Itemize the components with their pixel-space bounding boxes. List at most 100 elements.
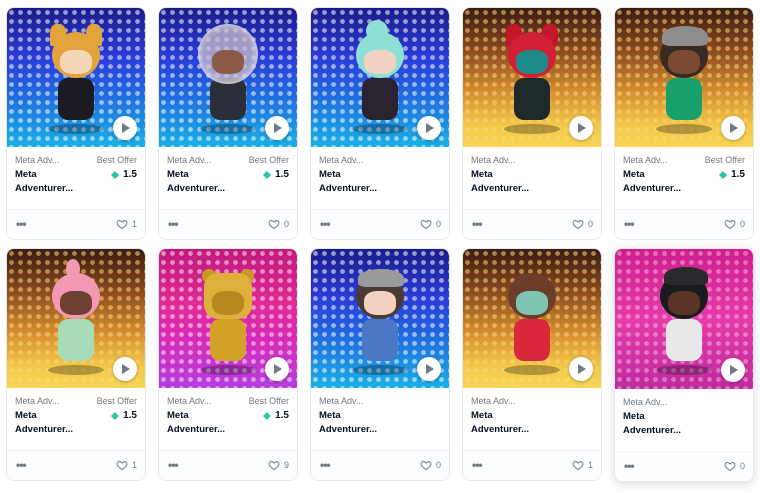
like-count: 1 [131, 460, 137, 470]
more-icon[interactable]: ••• [624, 218, 635, 230]
character-figure [36, 24, 116, 139]
nft-card[interactable]: Meta Adv... Best Offer Meta Adventurer..… [6, 7, 146, 240]
nft-thumbnail[interactable] [7, 8, 145, 147]
nft-thumbnail[interactable] [615, 8, 753, 147]
nft-card[interactable]: Meta Adv... Meta Adventurer... ••• 0 [310, 7, 450, 240]
card-info: Meta Adv... Meta Adventurer... [311, 147, 449, 209]
nft-card[interactable]: Meta Adv... Meta Adventurer... ••• 0 [310, 248, 450, 481]
card-footer: ••• 0 [311, 450, 449, 480]
play-icon [578, 123, 586, 133]
nft-card[interactable]: Meta Adv... Meta Adventurer... ••• 0 [614, 248, 754, 482]
more-icon[interactable]: ••• [320, 218, 331, 230]
item-name[interactable]: Meta Adventurer... [471, 168, 535, 196]
nft-card[interactable]: Meta Adv... Best Offer Meta Adventurer..… [158, 248, 298, 481]
card-info: Meta Adv... Meta Adventurer... [463, 388, 601, 450]
play-button[interactable] [417, 357, 441, 381]
nft-thumbnail[interactable] [159, 249, 297, 388]
like-button[interactable]: 0 [572, 218, 593, 230]
price: 1.5 [111, 169, 137, 180]
item-name[interactable]: Meta Adventurer... [167, 409, 231, 437]
play-icon [426, 123, 434, 133]
more-icon[interactable]: ••• [168, 218, 179, 230]
like-button[interactable]: 1 [116, 459, 137, 471]
nft-thumbnail[interactable] [7, 249, 145, 388]
play-button[interactable] [569, 357, 593, 381]
item-name[interactable]: Meta Adventurer... [623, 410, 687, 438]
item-name[interactable]: Meta Adventurer... [471, 409, 535, 437]
item-name[interactable]: Meta Adventurer... [15, 168, 79, 196]
card-info: Meta Adv... Meta Adventurer... [615, 389, 753, 451]
character-figure [644, 265, 724, 380]
collection-name[interactable]: Meta Adv... [15, 155, 59, 165]
more-icon[interactable]: ••• [472, 218, 483, 230]
card-footer: ••• 0 [159, 209, 297, 239]
nft-card[interactable]: Meta Adv... Meta Adventurer... ••• 1 [462, 248, 602, 481]
nft-card[interactable]: Meta Adv... Best Offer Meta Adventurer..… [158, 7, 298, 240]
collection-name[interactable]: Meta Adv... [623, 155, 667, 165]
heart-icon [572, 219, 584, 230]
card-info: Meta Adv... Best Offer Meta Adventurer..… [7, 147, 145, 209]
nft-card[interactable]: Meta Adv... Meta Adventurer... ••• 0 [462, 7, 602, 240]
collection-name[interactable]: Meta Adv... [471, 155, 515, 165]
collection-name[interactable]: Meta Adv... [319, 396, 363, 406]
play-button[interactable] [265, 357, 289, 381]
card-footer: ••• 1 [7, 209, 145, 239]
play-button[interactable] [569, 116, 593, 140]
like-count: 0 [739, 219, 745, 229]
collection-name[interactable]: Meta Adv... [623, 397, 667, 407]
price: 1.5 [111, 410, 137, 421]
play-button[interactable] [721, 358, 745, 382]
item-name[interactable]: Meta Adventurer... [15, 409, 79, 437]
play-button[interactable] [417, 116, 441, 140]
card-info: Meta Adv... Best Offer Meta Adventurer..… [615, 147, 753, 209]
more-icon[interactable]: ••• [16, 459, 27, 471]
nft-card[interactable]: Meta Adv... Best Offer Meta Adventurer..… [614, 7, 754, 240]
card-info: Meta Adv... Meta Adventurer... [311, 388, 449, 450]
play-button[interactable] [265, 116, 289, 140]
more-icon[interactable]: ••• [624, 460, 635, 472]
card-info: Meta Adv... Best Offer Meta Adventurer..… [159, 388, 297, 450]
nft-thumbnail[interactable] [463, 249, 601, 388]
nft-thumbnail[interactable] [159, 8, 297, 147]
item-name[interactable]: Meta Adventurer... [319, 168, 383, 196]
character-figure [340, 20, 420, 139]
collection-name[interactable]: Meta Adv... [471, 396, 515, 406]
item-name[interactable]: Meta Adventurer... [319, 409, 383, 437]
nft-thumbnail[interactable] [311, 249, 449, 388]
like-count: 0 [283, 219, 289, 229]
like-button[interactable]: 0 [724, 218, 745, 230]
more-icon[interactable]: ••• [16, 218, 27, 230]
character-figure [188, 24, 268, 139]
best-offer-label: Best Offer [248, 155, 289, 165]
like-button[interactable]: 9 [268, 459, 289, 471]
more-icon[interactable]: ••• [472, 459, 483, 471]
like-count: 0 [739, 461, 745, 471]
collection-name[interactable]: Meta Adv... [319, 155, 363, 165]
best-offer-label: Best Offer [248, 396, 289, 406]
play-button[interactable] [113, 116, 137, 140]
like-button[interactable]: 0 [724, 460, 745, 472]
price-value: 1.5 [123, 410, 137, 421]
like-button[interactable]: 0 [420, 459, 441, 471]
like-count: 0 [435, 219, 441, 229]
collection-name[interactable]: Meta Adv... [167, 155, 211, 165]
collection-name[interactable]: Meta Adv... [15, 396, 59, 406]
like-button[interactable]: 1 [572, 459, 593, 471]
heart-icon [268, 219, 280, 230]
like-button[interactable]: 0 [268, 218, 289, 230]
more-icon[interactable]: ••• [320, 459, 331, 471]
nft-card[interactable]: Meta Adv... Best Offer Meta Adventurer..… [6, 248, 146, 481]
nft-thumbnail[interactable] [463, 8, 601, 147]
collection-name[interactable]: Meta Adv... [167, 396, 211, 406]
item-name[interactable]: Meta Adventurer... [167, 168, 231, 196]
nft-thumbnail[interactable] [311, 8, 449, 147]
item-name[interactable]: Meta Adventurer... [623, 168, 687, 196]
like-button[interactable]: 1 [116, 218, 137, 230]
play-button[interactable] [721, 116, 745, 140]
more-icon[interactable]: ••• [168, 459, 179, 471]
card-footer: ••• 0 [311, 209, 449, 239]
like-button[interactable]: 0 [420, 218, 441, 230]
play-button[interactable] [113, 357, 137, 381]
nft-thumbnail[interactable] [615, 249, 753, 389]
play-icon [426, 364, 434, 374]
